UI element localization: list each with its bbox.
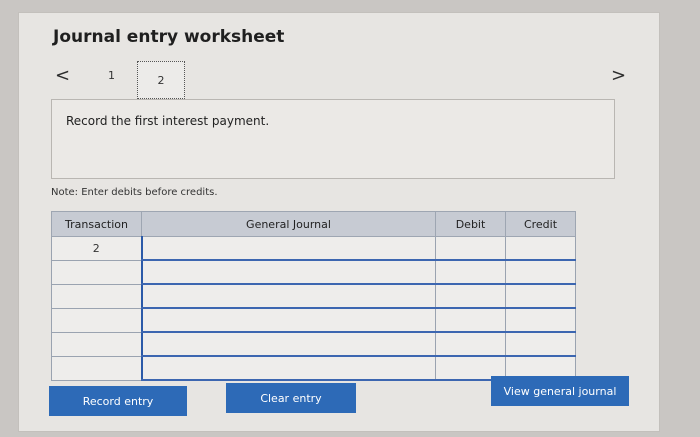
credit-input[interactable] [505,331,576,357]
account-input[interactable] [140,355,436,381]
record-entry-button[interactable]: Record entry [49,386,187,416]
credit-input[interactable] [505,307,576,333]
credit-input[interactable] [505,236,576,261]
header-debit: Debit [435,211,506,237]
table-row [51,331,576,357]
table-row [51,259,576,285]
transaction-cell [51,259,142,285]
chevron-left-icon[interactable]: < [55,65,70,86]
chevron-right-icon[interactable]: > [611,65,626,86]
account-input[interactable] [140,283,436,309]
transaction-cell [51,355,142,381]
debit-input[interactable] [435,283,506,309]
credit-input[interactable] [505,283,576,309]
prompt-box: Record the first interest payment. [51,99,615,179]
debit-input[interactable] [435,331,506,357]
table-header-row: Transaction General Journal Debit Credit [51,211,576,237]
debit-input[interactable] [435,259,506,285]
debit-input[interactable] [435,236,506,261]
journal-table: Transaction General Journal Debit Credit… [51,211,576,381]
journal-worksheet-panel: Journal entry worksheet < 1 2 > Record t… [18,12,660,432]
page-tab-2-label: 2 [157,73,165,87]
table-row: 2 [51,236,576,261]
header-transaction: Transaction [51,211,142,237]
account-input[interactable] [140,236,436,261]
prompt-text: Record the first interest payment. [66,114,270,128]
header-credit: Credit [505,211,576,237]
note-text: Note: Enter debits before credits. [51,187,218,198]
view-general-journal-button[interactable]: View general journal [491,376,629,406]
table-row [51,307,576,333]
worksheet-title: Journal entry worksheet [53,27,285,47]
transaction-cell [51,307,142,333]
debit-input[interactable] [435,307,506,333]
transaction-cell [51,283,142,309]
clear-entry-button[interactable]: Clear entry [226,383,356,413]
page-tab-2[interactable]: 2 [137,61,185,99]
header-general-journal: General Journal [141,211,436,237]
account-input[interactable] [140,307,436,333]
page-tab-1[interactable]: 1 [108,69,115,82]
transaction-cell [51,331,142,357]
credit-input[interactable] [505,259,576,285]
account-input[interactable] [140,331,436,357]
table-row [51,283,576,309]
account-input[interactable] [140,259,436,285]
transaction-cell: 2 [51,236,142,261]
